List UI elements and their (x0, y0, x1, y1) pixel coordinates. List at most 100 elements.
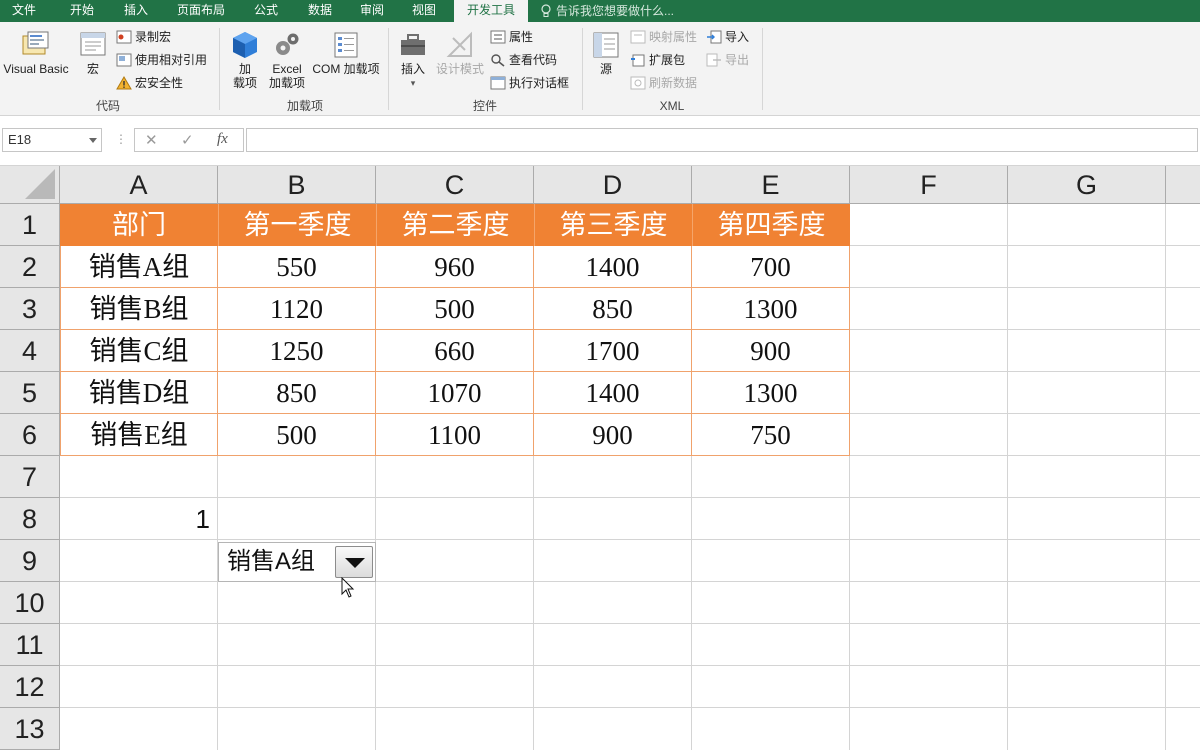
tab-review[interactable]: 审阅 (348, 0, 396, 22)
map-properties-label: 映射属性 (649, 30, 698, 44)
column-header-b[interactable]: B (218, 166, 376, 204)
visual-basic-button[interactable]: Visual Basic (0, 30, 72, 76)
group-separator (762, 28, 763, 110)
combo-box-control[interactable]: 销售A组 (218, 542, 376, 582)
tell-me-search[interactable]: 告诉我您想要做什么... (540, 0, 674, 22)
tab-page-layout[interactable]: 页面布局 (166, 0, 236, 22)
row-header-5[interactable]: 5 (0, 372, 60, 414)
tab-formulas[interactable]: 公式 (242, 0, 290, 22)
table-cell[interactable]: 1250 (218, 330, 376, 372)
design-mode-button[interactable]: 设计模式 (434, 30, 486, 76)
column-header-c[interactable]: C (376, 166, 534, 204)
column-header-e[interactable]: E (692, 166, 850, 204)
tab-data[interactable]: 数据 (296, 0, 344, 22)
column-header-f[interactable]: F (850, 166, 1008, 204)
cancel-icon[interactable]: ✕ (145, 131, 158, 149)
chevron-down-icon[interactable] (89, 138, 97, 143)
table-cell[interactable]: 1100 (376, 414, 534, 456)
table-cell[interactable]: 750 (692, 414, 850, 456)
formula-input[interactable] (246, 128, 1198, 152)
run-dialog-button[interactable]: 执行对话框 (490, 74, 569, 92)
insert-control-button[interactable]: 插入 ▾ (394, 30, 432, 90)
refresh-data-button[interactable]: 刷新数据 (630, 74, 697, 92)
row-header-10[interactable]: 10 (0, 582, 60, 624)
row-header-4[interactable]: 4 (0, 330, 60, 372)
macros-button[interactable]: 宏 (74, 30, 112, 76)
xml-export-button[interactable]: 导出 (706, 51, 749, 69)
table-cell[interactable]: 销售B组 (60, 288, 218, 330)
insert-function-icon[interactable]: fx (217, 131, 228, 148)
row-header-8[interactable]: 8 (0, 498, 60, 540)
tab-insert[interactable]: 插入 (110, 0, 162, 22)
excel-addins-button[interactable]: Excel 加载项 (266, 30, 308, 90)
column-header-d[interactable]: D (534, 166, 692, 204)
row-header-11[interactable]: 11 (0, 624, 60, 666)
table-cell[interactable]: 700 (692, 246, 850, 288)
table-header-cell[interactable]: 第二季度 (376, 204, 534, 246)
xml-import-button[interactable]: 导入 (706, 28, 749, 46)
select-all-corner[interactable] (0, 166, 60, 204)
table-cell[interactable]: 1400 (534, 372, 692, 414)
table-header-cell[interactable]: 第四季度 (692, 204, 850, 246)
enter-icon[interactable]: ✓ (181, 131, 194, 149)
table-cell[interactable]: 850 (218, 372, 376, 414)
column-header-g[interactable]: G (1008, 166, 1166, 204)
table-cell[interactable]: 500 (376, 288, 534, 330)
cell-a8[interactable]: 1 (60, 498, 218, 540)
column-header-partial[interactable] (1166, 166, 1200, 204)
row-header-9[interactable]: 9 (0, 540, 60, 582)
tab-home[interactable]: 开始 (56, 0, 108, 22)
table-cell[interactable]: 1300 (692, 372, 850, 414)
lightbulb-icon (541, 4, 551, 17)
table-cell[interactable]: 960 (376, 246, 534, 288)
row-header-7[interactable]: 7 (0, 456, 60, 498)
map-properties-icon (630, 30, 646, 44)
row-header-2[interactable]: 2 (0, 246, 60, 288)
use-relative-references-button[interactable]: 使用相对引用 (116, 51, 207, 69)
table-cell[interactable]: 1700 (534, 330, 692, 372)
table-cell[interactable]: 销售D组 (60, 372, 218, 414)
addins-button[interactable]: 加 载项 (226, 30, 264, 90)
table-cell[interactable]: 660 (376, 330, 534, 372)
table-cell[interactable]: 900 (692, 330, 850, 372)
table-cell[interactable]: 销售A组 (60, 246, 218, 288)
formula-bar: E18 ⋮ ✕ ✓ fx (0, 117, 1200, 166)
tab-view[interactable]: 视图 (400, 0, 448, 22)
table-cell[interactable]: 850 (534, 288, 692, 330)
table-header-cell[interactable]: 部门 (60, 204, 218, 246)
tab-developer[interactable]: 开发工具 (454, 0, 528, 23)
table-cell[interactable]: 销售E组 (60, 414, 218, 456)
com-addins-label: COM 加载项 (312, 62, 380, 76)
table-cell[interactable]: 销售C组 (60, 330, 218, 372)
expansion-packs-button[interactable]: 扩展包 (630, 51, 685, 69)
tab-file[interactable]: 文件 (0, 0, 48, 22)
table-header-cell[interactable]: 第一季度 (218, 204, 376, 246)
record-macro-button[interactable]: 录制宏 (116, 28, 171, 46)
table-cell[interactable]: 550 (218, 246, 376, 288)
row-header-6[interactable]: 6 (0, 414, 60, 456)
run-dialog-icon (490, 76, 506, 90)
com-addins-button[interactable]: COM 加载项 (308, 30, 384, 76)
row-header-1[interactable]: 1 (0, 204, 60, 246)
row-header-12[interactable]: 12 (0, 666, 60, 708)
table-cell[interactable]: 1070 (376, 372, 534, 414)
map-properties-button[interactable]: 映射属性 (630, 28, 697, 46)
gridline (60, 497, 1200, 498)
table-header-cell[interactable]: 第三季度 (534, 204, 692, 246)
properties-button[interactable]: 属性 (490, 28, 533, 46)
worksheet-grid[interactable]: A B C D E F G 1 2 3 4 5 6 7 8 9 10 11 12… (0, 166, 1200, 750)
table-cell[interactable]: 1400 (534, 246, 692, 288)
view-code-button[interactable]: 查看代码 (490, 51, 557, 69)
table-cell[interactable]: 500 (218, 414, 376, 456)
formula-bar-grip[interactable]: ⋮ (115, 132, 127, 146)
table-cell[interactable]: 1300 (692, 288, 850, 330)
table-cell[interactable]: 1120 (218, 288, 376, 330)
row-header-3[interactable]: 3 (0, 288, 60, 330)
name-box[interactable]: E18 (2, 128, 102, 152)
macro-security-button[interactable]: 宏安全性 (116, 74, 183, 92)
column-header-a[interactable]: A (60, 166, 218, 204)
combo-box-dropdown-button[interactable] (335, 546, 373, 578)
table-cell[interactable]: 900 (534, 414, 692, 456)
xml-source-button[interactable]: 源 (588, 30, 624, 76)
row-header-13[interactable]: 13 (0, 708, 60, 750)
